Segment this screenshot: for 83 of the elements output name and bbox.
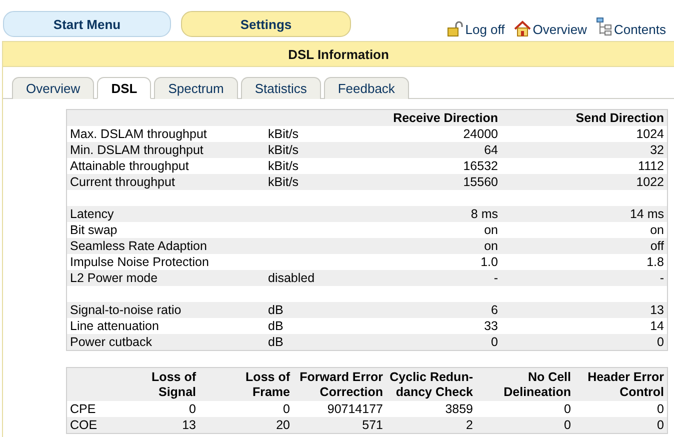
- table-cell: 1024: [501, 126, 667, 142]
- table-cell: 0: [476, 417, 574, 433]
- column-header: Forward Error Correction: [293, 368, 386, 401]
- house-icon: [514, 20, 531, 37]
- tab[interactable]: Spectrum: [154, 77, 238, 99]
- unit-cell: kBit/s: [265, 142, 383, 158]
- tab[interactable]: Feedback: [324, 77, 409, 99]
- unit-cell: kBit/s: [265, 158, 383, 174]
- table-cell: 0: [199, 401, 293, 417]
- table-cell: 32: [501, 142, 667, 158]
- table-cell: 1112: [501, 158, 667, 174]
- column-header: Header Error Control: [574, 368, 667, 401]
- column-header: No Cell Delineation: [476, 368, 574, 401]
- tab[interactable]: DSL: [97, 77, 152, 99]
- table-cell: 6: [383, 302, 501, 318]
- table-cell: off: [501, 238, 667, 254]
- table-cell: -: [383, 270, 501, 286]
- table-cell: 0: [383, 334, 501, 350]
- row-label: COE: [67, 417, 137, 433]
- row-label: Signal-to-noise ratio: [67, 302, 265, 318]
- padlock-icon: [447, 21, 464, 37]
- row-label: Bit swap: [67, 222, 265, 238]
- table-cell: 0: [574, 401, 667, 417]
- row-label: Power cutback: [67, 334, 265, 350]
- tab[interactable]: Overview: [12, 77, 94, 99]
- nav-button[interactable]: Start Menu: [3, 11, 171, 37]
- link-label[interactable]: Overview: [532, 22, 587, 37]
- row-label: CPE: [67, 401, 137, 417]
- table-cell: on: [383, 238, 501, 254]
- table-cell: 1.0: [383, 254, 501, 270]
- unit-cell: disabled: [265, 270, 383, 286]
- row-label: Line attenuation: [67, 318, 265, 334]
- table-cell: 14: [501, 318, 667, 334]
- table-cell: 0: [137, 401, 199, 417]
- table-cell: 2: [386, 417, 476, 433]
- table-cell: 8 ms: [383, 206, 501, 222]
- header-link[interactable]: Log off: [447, 17, 505, 37]
- table-cell: 13: [137, 417, 199, 433]
- row-label: Seamless Rate Adaption: [67, 238, 265, 254]
- table-cell: 14 ms: [501, 206, 667, 222]
- table-cell: 0: [476, 401, 574, 417]
- table-cell: 90714177: [293, 401, 386, 417]
- link-label[interactable]: Contents: [614, 22, 666, 37]
- table-cell: 1.8: [501, 254, 667, 270]
- table-cell: 15560: [383, 174, 501, 190]
- table-cell: 571: [293, 417, 386, 433]
- table-cell: 0: [574, 417, 667, 433]
- table-cell: 33: [383, 318, 501, 334]
- column-header: Send Direction: [501, 110, 667, 126]
- unit-cell: dB: [265, 302, 383, 318]
- table-cell: 16532: [383, 158, 501, 174]
- unit-cell: kBit/s: [265, 126, 383, 142]
- row-label: Current throughput: [67, 174, 265, 190]
- table-cell: -: [501, 270, 667, 286]
- header-link[interactable]: Overview: [514, 17, 587, 37]
- row-label: Impulse Noise Protection: [67, 254, 265, 270]
- column-header: Cyclic Redun- dancy Check: [386, 368, 476, 401]
- header-link[interactable]: Contents: [596, 17, 666, 37]
- row-label: Min. DSLAM throughput: [67, 142, 265, 158]
- row-label: L2 Power mode: [67, 270, 265, 286]
- row-label: Latency: [67, 206, 265, 222]
- tab[interactable]: Statistics: [240, 77, 321, 99]
- unit-cell: dB: [265, 334, 383, 350]
- table-cell: on: [383, 222, 501, 238]
- unit-cell: dB: [265, 318, 383, 334]
- table-cell: 3859: [386, 401, 476, 417]
- column-header: Loss of Frame: [199, 368, 293, 401]
- nav-button[interactable]: Settings: [181, 11, 351, 37]
- row-label: Max. DSLAM throughput: [67, 126, 265, 142]
- row-label: Attainable throughput: [67, 158, 265, 174]
- table-cell: 20: [199, 417, 293, 433]
- tree-icon: [596, 17, 612, 37]
- table-cell: 1022: [501, 174, 667, 190]
- column-header: Receive Direction: [383, 110, 501, 126]
- table-cell: 0: [501, 334, 667, 350]
- table-cell: on: [501, 222, 667, 238]
- table-cell: 64: [383, 142, 501, 158]
- panel-title: DSL Information: [3, 42, 674, 67]
- table-cell: 24000: [383, 126, 501, 142]
- link-label[interactable]: Log off: [465, 22, 505, 37]
- table-cell: 13: [501, 302, 667, 318]
- column-header: Loss of Signal: [137, 368, 199, 401]
- unit-cell: kBit/s: [265, 174, 383, 190]
